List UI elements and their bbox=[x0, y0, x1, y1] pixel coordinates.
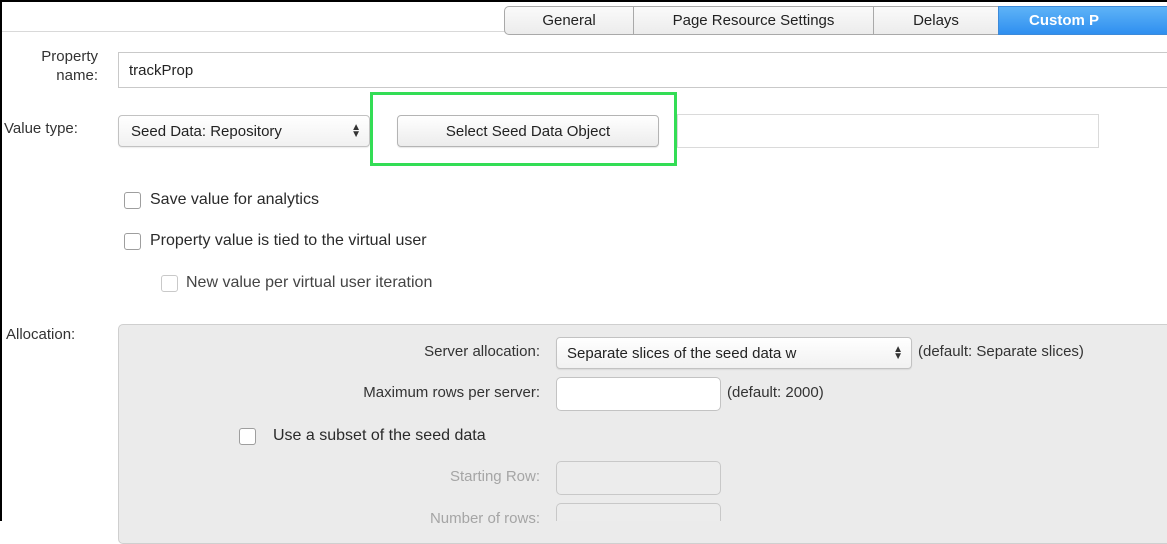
window-top-border bbox=[0, 0, 1167, 2]
select-arrows-icon: ▲ ▼ bbox=[351, 122, 361, 140]
seed-data-object-field[interactable] bbox=[677, 114, 1099, 148]
server-allocation-selected: Separate slices of the seed data w bbox=[567, 344, 797, 362]
value-type-selected: Seed Data: Repository bbox=[131, 122, 282, 140]
tied-virtual-user-label: Property value is tied to the virtual us… bbox=[150, 232, 427, 249]
window-left-border bbox=[0, 0, 2, 521]
save-analytics-checkbox[interactable] bbox=[124, 192, 141, 209]
max-rows-label: Maximum rows per server: bbox=[363, 384, 540, 401]
number-of-rows-label: Number of rows: bbox=[429, 510, 540, 527]
save-analytics-label: Save value for analytics bbox=[150, 191, 319, 208]
tab-page-resource-settings[interactable]: Page Resource Settings bbox=[633, 6, 873, 35]
new-value-per-iteration-checkbox[interactable] bbox=[161, 275, 178, 292]
server-allocation-label: Server allocation: bbox=[424, 343, 540, 360]
value-type-select[interactable]: Seed Data: Repository ▲ ▼ bbox=[118, 115, 370, 147]
tab-general[interactable]: General bbox=[504, 6, 633, 35]
server-allocation-hint: (default: Separate slices) bbox=[918, 343, 1084, 360]
select-seed-data-object-button[interactable]: Select Seed Data Object bbox=[397, 115, 659, 147]
max-rows-hint: (default: 2000) bbox=[727, 384, 824, 401]
value-type-label: Value type: bbox=[4, 120, 78, 137]
select-arrows-icon: ▲ ▼ bbox=[893, 344, 903, 362]
use-subset-checkbox[interactable] bbox=[239, 428, 256, 445]
tab-bar: General Page Resource Settings Delays Cu… bbox=[504, 6, 1167, 36]
new-value-per-iteration-label: New value per virtual user iteration bbox=[186, 274, 433, 291]
tied-virtual-user-checkbox[interactable] bbox=[124, 233, 141, 250]
property-name-input[interactable]: trackProp bbox=[118, 52, 1167, 88]
max-rows-input[interactable] bbox=[556, 377, 721, 411]
tab-custom-properties[interactable]: Custom P bbox=[998, 6, 1167, 35]
number-of-rows-input[interactable] bbox=[556, 503, 721, 521]
allocation-label: Allocation: bbox=[6, 326, 76, 343]
property-name-label: Property name: bbox=[41, 48, 98, 84]
server-allocation-select[interactable]: Separate slices of the seed data w ▲ ▼ bbox=[556, 337, 912, 369]
starting-row-label: Starting Row: bbox=[449, 468, 540, 485]
starting-row-input[interactable] bbox=[556, 461, 721, 495]
use-subset-label: Use a subset of the seed data bbox=[273, 427, 486, 444]
tab-delays[interactable]: Delays bbox=[873, 6, 998, 35]
